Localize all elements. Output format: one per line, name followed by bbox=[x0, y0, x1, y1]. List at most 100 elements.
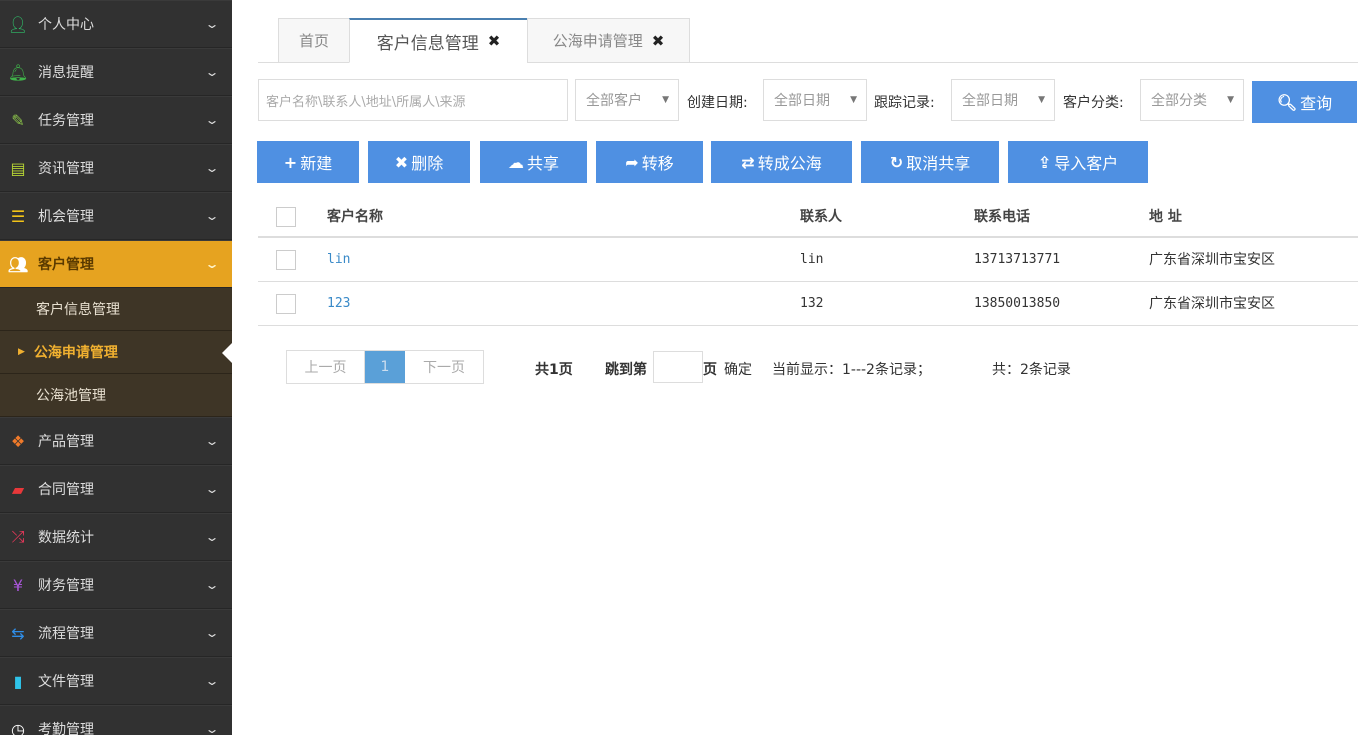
sidebar-item-label: 数据统计 bbox=[38, 530, 94, 546]
table-row[interactable]: 123 132 13850013850 广东省深圳市宝安区 bbox=[258, 282, 1358, 326]
sidebar-item[interactable]: ◷ 考勤管理 ⌄ bbox=[0, 705, 232, 735]
sidebar-item[interactable]: ☰ 机会管理 ⌄ bbox=[0, 192, 232, 240]
sidebar-item[interactable]: ▮ 文件管理 ⌄ bbox=[0, 657, 232, 705]
chevron-down-icon: ⌄ bbox=[204, 17, 220, 31]
customer-name-link[interactable]: 123 bbox=[327, 282, 350, 326]
column-header: 地 址 bbox=[1149, 209, 1182, 225]
action-button[interactable]: ⇪ 导入客户 bbox=[1008, 141, 1148, 183]
action-button[interactable]: ➦ 转移 bbox=[596, 141, 703, 183]
chevron-down-icon: ⌄ bbox=[204, 722, 220, 735]
sidebar-item-label: 文件管理 bbox=[38, 674, 94, 690]
sidebar-item[interactable]: 👤︎ 个人中心 ⌄ bbox=[0, 0, 232, 48]
action-icon: ⇪ bbox=[1037, 152, 1052, 172]
users-icon: 👥︎ bbox=[7, 254, 29, 274]
action-icon: ☁ bbox=[507, 152, 524, 172]
chevron-down-icon: ⌄ bbox=[204, 626, 220, 640]
caret-right-icon: ▶ bbox=[18, 347, 25, 357]
page-1-button[interactable]: 1 bbox=[365, 351, 405, 383]
jump-label: 跳到第 bbox=[605, 362, 647, 378]
column-header: 客户名称 bbox=[327, 209, 383, 225]
chevron-down-icon: ⌄ bbox=[204, 113, 220, 127]
sidebar-subitem[interactable]: ▶ 公海申请管理 bbox=[0, 331, 232, 374]
button-label: 转移 bbox=[641, 154, 674, 173]
sidebar-subitem[interactable]: 公海池管理 bbox=[0, 374, 232, 417]
sidebar-item[interactable]: ⤮ 数据统计 ⌄ bbox=[0, 513, 232, 561]
sidebar-item[interactable]: 👥︎ 客户管理 ⌄ bbox=[0, 240, 232, 288]
action-icon: ✖ bbox=[394, 152, 409, 172]
search-icon: 🔍︎ bbox=[1276, 92, 1298, 112]
chevron-down-icon: ⌄ bbox=[204, 434, 220, 448]
sidebar-item[interactable]: ✎ 任务管理 ⌄ bbox=[0, 96, 232, 144]
caret-down-icon: ▼ bbox=[1227, 95, 1234, 105]
close-icon[interactable]: ✖ bbox=[652, 32, 665, 50]
sidebar-item-label: 机会管理 bbox=[38, 209, 94, 225]
sidebar-item-label: 流程管理 bbox=[38, 626, 94, 642]
sidebar-item[interactable]: ▰ 合同管理 ⌄ bbox=[0, 465, 232, 513]
select-value: 全部日期 bbox=[774, 93, 830, 109]
sidebar-item[interactable]: 🔔︎ 消息提醒 ⌄ bbox=[0, 48, 232, 96]
caret-down-icon: ▼ bbox=[1038, 95, 1045, 105]
next-page-button[interactable]: 下一页 bbox=[405, 351, 483, 383]
action-icon: ➦ bbox=[625, 152, 639, 172]
edit-icon: ✎ bbox=[11, 110, 25, 130]
sidebar-item[interactable]: ¥ 财务管理 ⌄ bbox=[0, 561, 232, 609]
tab-home[interactable]: 首页 bbox=[278, 18, 350, 63]
shuffle-icon: ⤮ bbox=[11, 527, 25, 546]
sidebar-item-label: 消息提醒 bbox=[38, 65, 94, 81]
prev-page-button[interactable]: 上一页 bbox=[287, 351, 365, 383]
category-select[interactable]: 全部分类 ▼ bbox=[1140, 79, 1244, 121]
column-header: 联系人 bbox=[800, 209, 842, 225]
created-date-select[interactable]: 全部日期 ▼ bbox=[763, 79, 867, 121]
phone-cell: 13713713771 bbox=[974, 252, 1061, 267]
chevron-down-icon: ⌄ bbox=[204, 65, 220, 79]
action-button[interactable]: ⇄ 转成公海 bbox=[711, 141, 852, 183]
category-label: 客户分类: bbox=[1063, 95, 1124, 111]
row-checkbox[interactable] bbox=[276, 294, 296, 314]
action-icon: ↻ bbox=[889, 152, 904, 172]
sidebar-subitem[interactable]: 客户信息管理 bbox=[0, 288, 232, 331]
sidebar-subitem-label: 公海池管理 bbox=[36, 388, 106, 404]
close-icon[interactable]: ✖ bbox=[488, 32, 501, 50]
tab-customer-info[interactable]: 客户信息管理 ✖ bbox=[349, 18, 528, 63]
sidebar-item[interactable]: ❖ 产品管理 ⌄ bbox=[0, 417, 232, 465]
folder-icon: ▰ bbox=[11, 479, 25, 499]
sidebar-subitem-label: 客户信息管理 bbox=[36, 302, 120, 318]
button-label: 转成公海 bbox=[757, 154, 822, 173]
button-label: 共享 bbox=[526, 154, 559, 173]
action-button[interactable]: ☁ 共享 bbox=[480, 141, 587, 183]
table-row[interactable]: lin lin 13713713771 广东省深圳市宝安区 bbox=[258, 238, 1358, 282]
customer-scope-select[interactable]: 全部客户 ▼ bbox=[575, 79, 679, 121]
action-button[interactable]: ↻ 取消共享 bbox=[861, 141, 999, 183]
action-button[interactable]: + 新建 bbox=[257, 141, 359, 183]
sidebar-item[interactable]: ⇆ 流程管理 ⌄ bbox=[0, 609, 232, 657]
user-icon: 👤︎ bbox=[7, 14, 29, 34]
confirm-jump-link[interactable]: 确定 bbox=[724, 359, 752, 379]
sidebar-item-label: 任务管理 bbox=[38, 113, 94, 129]
sidebar-item-label: 资讯管理 bbox=[38, 161, 94, 177]
contact-cell: lin bbox=[800, 252, 824, 267]
tab-public-sea-apply[interactable]: 公海申请管理 ✖ bbox=[527, 18, 690, 63]
caret-down-icon: ▼ bbox=[850, 95, 857, 105]
pagination: 上一页 1 下一页 bbox=[286, 350, 484, 384]
customer-name-link[interactable]: lin bbox=[327, 238, 350, 282]
total-records: 共：2条记录 bbox=[992, 362, 1071, 378]
search-placeholder: 客户名称\联系人\地址\所属人\来源 bbox=[266, 94, 466, 110]
select-all-checkbox[interactable] bbox=[276, 207, 296, 227]
yen-icon: ¥ bbox=[12, 575, 24, 595]
query-button[interactable]: 🔍︎ 查询 bbox=[1252, 81, 1357, 123]
select-value: 全部日期 bbox=[962, 93, 1018, 109]
jump-page-input[interactable] bbox=[653, 351, 703, 383]
sidebar-item-label: 个人中心 bbox=[38, 17, 94, 33]
sidebar-item-label: 客户管理 bbox=[38, 257, 94, 273]
action-button[interactable]: ✖ 删除 bbox=[368, 141, 470, 183]
contact-cell: 132 bbox=[800, 296, 824, 311]
sidebar-item[interactable]: ▤ 资讯管理 ⌄ bbox=[0, 144, 232, 192]
row-checkbox[interactable] bbox=[276, 250, 296, 270]
search-input[interactable]: 客户名称\联系人\地址\所属人\来源 bbox=[258, 79, 568, 121]
total-pages: 共1页 bbox=[535, 362, 573, 378]
button-label: 查询 bbox=[1300, 94, 1333, 113]
sidebar-item-label: 合同管理 bbox=[38, 482, 94, 498]
tab-label: 公海申请管理 bbox=[552, 32, 643, 50]
track-record-select[interactable]: 全部日期 ▼ bbox=[951, 79, 1055, 121]
sidebar-subitem-label: 公海申请管理 bbox=[33, 345, 118, 361]
